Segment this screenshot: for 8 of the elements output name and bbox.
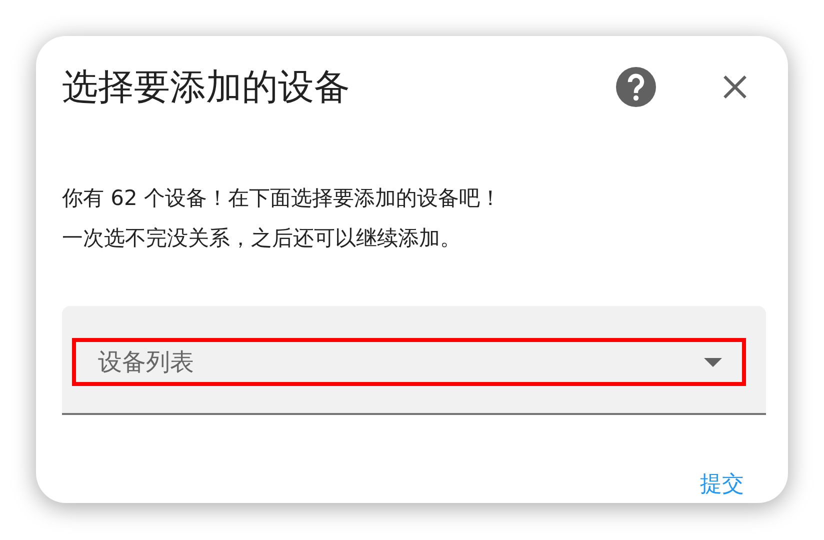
help-icon[interactable] — [616, 67, 656, 108]
dialog-title: 选择要添加的设备 — [62, 66, 351, 110]
caret-icon — [704, 358, 722, 367]
dialog-description: 你有 62 个设备！在下面选择要添加的设备吧！ 一次选不完没关系，之后还可以继续添加。 — [62, 185, 502, 252]
dropdown-placeholder: 设备列表 — [98, 347, 195, 378]
close-icon[interactable] — [722, 74, 748, 100]
device-dropdown[interactable]: 设备列表 — [62, 306, 766, 415]
submit-button[interactable]: 提交 — [694, 465, 750, 503]
